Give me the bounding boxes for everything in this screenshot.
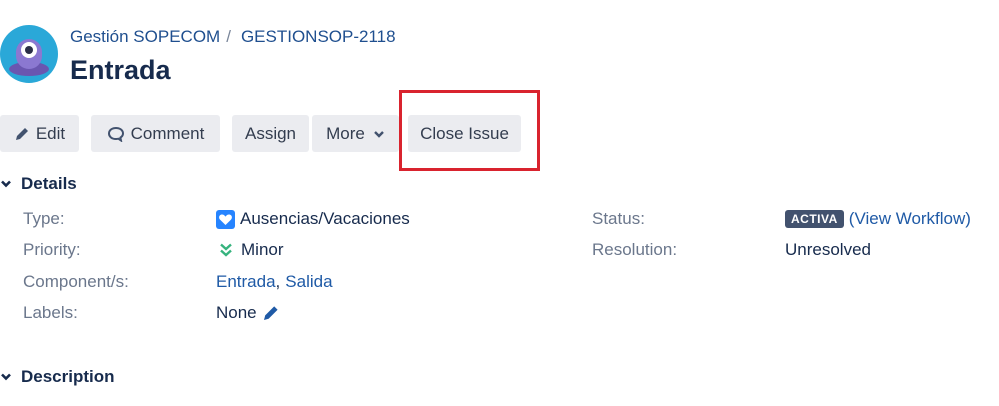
issue-title: Entrada [70, 55, 171, 85]
edit-button-label: Edit [35, 123, 66, 143]
heart-icon [216, 209, 235, 229]
chevron-down-icon [374, 130, 384, 138]
project-avatar-icon[interactable] [0, 25, 58, 83]
details-section-toggle[interactable]: Details [0, 174, 77, 194]
comment-icon [107, 126, 124, 142]
resolution-value: Unresolved [785, 240, 871, 259]
priority-value: Minor [219, 240, 284, 260]
edit-pencil-icon[interactable] [262, 304, 280, 322]
details-heading: Details [21, 174, 77, 193]
chevron-down-icon [1, 373, 11, 381]
labels-value-text: None [216, 303, 257, 322]
edit-button[interactable]: Edit [0, 115, 79, 152]
type-value: Ausencias/Vacaciones [216, 209, 410, 229]
comment-button-label: Comment [130, 123, 205, 143]
resolution-label: Resolution: [592, 240, 678, 259]
breadcrumb-separator: / [226, 27, 231, 46]
assign-button-label: Assign [244, 123, 297, 143]
double-chevron-down-icon [220, 243, 232, 257]
description-heading: Description [21, 367, 115, 386]
assign-button[interactable]: Assign [232, 115, 309, 152]
type-value-text: Ausencias/Vacaciones [240, 209, 410, 228]
component-entrada-link[interactable]: Entrada [216, 272, 276, 292]
breadcrumb: Gestión SOPECOM / GESTIONSOP-2118 [70, 27, 396, 47]
type-label: Type: [23, 209, 65, 228]
status-label: Status: [592, 209, 645, 228]
view-workflow-link[interactable]: (View Workflow) [849, 209, 971, 229]
status-value: ACTIVA (View Workflow) [785, 209, 971, 229]
component-salida-link[interactable]: Salida [285, 272, 332, 292]
comment-button[interactable]: Comment [91, 115, 220, 152]
components-value: Entrada, Salida [216, 272, 333, 292]
more-dropdown-button[interactable]: More [312, 115, 399, 152]
breadcrumb-project-link[interactable]: Gestión SOPECOM [70, 27, 220, 46]
component-separator: , [275, 272, 281, 291]
breadcrumb-issue-key-link[interactable]: GESTIONSOP-2118 [241, 27, 396, 46]
labels-label: Labels: [23, 303, 78, 322]
more-button-label: More [326, 123, 365, 143]
labels-value: None [216, 303, 280, 323]
highlight-box [399, 90, 540, 171]
pencil-icon [15, 127, 28, 140]
description-section-toggle[interactable]: Description [0, 367, 115, 387]
priority-value-text: Minor [241, 240, 284, 259]
priority-label: Priority: [23, 240, 81, 259]
components-label: Component/s: [23, 272, 129, 291]
chevron-down-icon [1, 180, 11, 188]
status-badge: ACTIVA [785, 210, 844, 228]
